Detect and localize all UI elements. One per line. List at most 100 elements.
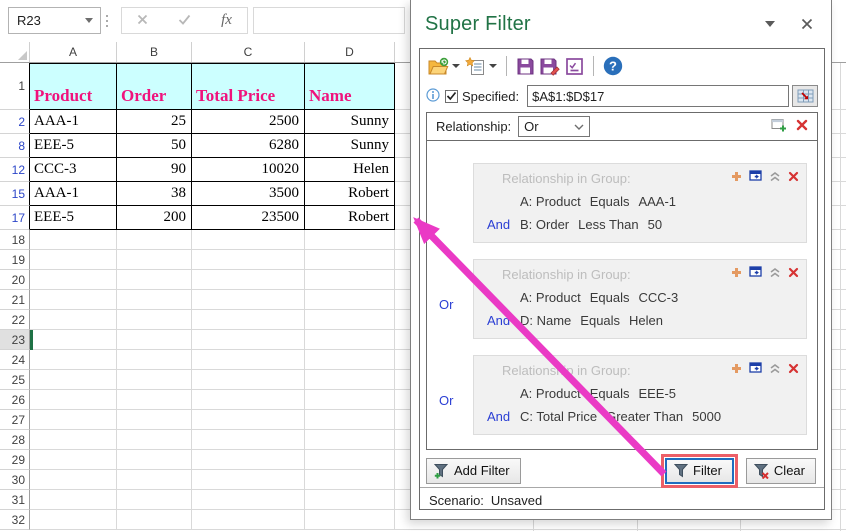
add-condition-icon[interactable] xyxy=(731,266,742,281)
dropdown-caret-icon[interactable] xyxy=(452,64,460,68)
cell[interactable] xyxy=(30,230,117,250)
cell[interactable] xyxy=(305,230,395,250)
cell[interactable]: 25 xyxy=(117,110,192,134)
cell[interactable] xyxy=(305,490,395,510)
cell[interactable] xyxy=(305,290,395,310)
cell-a1[interactable]: Product xyxy=(30,63,117,110)
cell[interactable] xyxy=(305,430,395,450)
cell[interactable]: 10020 xyxy=(192,158,305,182)
move-group-icon[interactable] xyxy=(749,170,762,185)
range-select-icon[interactable] xyxy=(792,85,818,107)
cell-c1[interactable]: Total Price xyxy=(192,63,305,110)
row-header[interactable]: 2 xyxy=(0,110,30,134)
cell[interactable] xyxy=(192,290,305,310)
row-header[interactable]: 19 xyxy=(0,250,30,270)
cell[interactable]: 2500 xyxy=(192,110,305,134)
cell[interactable]: AAA-1 xyxy=(30,110,117,134)
cell[interactable]: Sunny xyxy=(305,134,395,158)
filter-condition[interactable]: And D: Name Equals Helen xyxy=(487,313,663,328)
cell[interactable] xyxy=(117,510,192,530)
row-header[interactable]: 17 xyxy=(0,206,30,230)
filter-condition[interactable]: A: Product Equals CCC-3 xyxy=(487,290,678,305)
row-header[interactable]: 29 xyxy=(0,450,30,470)
cell[interactable] xyxy=(305,470,395,490)
panel-menu-caret-icon[interactable] xyxy=(765,21,775,27)
cell[interactable] xyxy=(30,430,117,450)
collapse-group-icon[interactable] xyxy=(769,170,781,185)
group-connector[interactable]: Or xyxy=(439,287,473,312)
clear-button[interactable]: Clear xyxy=(745,457,816,484)
cell[interactable] xyxy=(192,310,305,330)
cell[interactable] xyxy=(305,410,395,430)
specified-checkbox[interactable] xyxy=(445,89,458,103)
row-header[interactable]: 24 xyxy=(0,350,30,370)
cell[interactable] xyxy=(305,370,395,390)
cell[interactable] xyxy=(192,390,305,410)
filter-condition[interactable]: And B: Order Less Than 50 xyxy=(487,217,662,232)
save-as-scenario-icon[interactable] xyxy=(540,57,560,76)
cell[interactable] xyxy=(305,330,395,350)
move-group-icon[interactable] xyxy=(749,266,762,281)
delete-group-icon[interactable] xyxy=(788,266,799,281)
close-icon[interactable] xyxy=(801,18,813,30)
cell[interactable] xyxy=(305,270,395,290)
cell[interactable] xyxy=(30,450,117,470)
row-header[interactable]: 26 xyxy=(0,390,30,410)
add-condition-icon[interactable] xyxy=(731,170,742,185)
row-header[interactable]: 20 xyxy=(0,270,30,290)
cell[interactable] xyxy=(192,470,305,490)
cell[interactable] xyxy=(117,350,192,370)
formula-input[interactable] xyxy=(253,7,405,34)
cell[interactable] xyxy=(30,390,117,410)
delete-group-icon[interactable] xyxy=(788,170,799,185)
relationship-select[interactable]: Or xyxy=(518,116,591,137)
cell[interactable] xyxy=(192,230,305,250)
row-header-selected[interactable]: 23 xyxy=(0,330,30,350)
add-group-icon[interactable] xyxy=(771,118,787,135)
cell[interactable]: 90 xyxy=(117,158,192,182)
cell[interactable] xyxy=(30,330,117,350)
cell[interactable] xyxy=(192,270,305,290)
cell[interactable]: AAA-1 xyxy=(30,182,117,206)
row-header[interactable]: 1 xyxy=(0,63,30,110)
cell[interactable]: EEE-5 xyxy=(30,134,117,158)
cell[interactable]: 3500 xyxy=(192,182,305,206)
help-icon[interactable]: ? xyxy=(603,56,623,76)
cell-d1[interactable]: Name xyxy=(305,63,395,110)
cell[interactable] xyxy=(305,350,395,370)
column-header-a[interactable]: A xyxy=(30,42,117,62)
collapse-group-icon[interactable] xyxy=(769,362,781,377)
cell[interactable] xyxy=(305,390,395,410)
cell[interactable] xyxy=(30,250,117,270)
row-header[interactable]: 27 xyxy=(0,410,30,430)
cell[interactable]: Sunny xyxy=(305,110,395,134)
name-box[interactable]: R23 xyxy=(8,7,101,34)
column-header-b[interactable]: B xyxy=(117,42,192,62)
row-header[interactable]: 32 xyxy=(0,510,30,530)
cell[interactable] xyxy=(305,510,395,530)
select-all-corner[interactable] xyxy=(0,42,30,62)
insert-function-icon[interactable]: fx xyxy=(221,12,232,29)
group-connector[interactable]: Or xyxy=(439,383,473,408)
group-connector[interactable] xyxy=(439,198,473,208)
filter-condition[interactable]: A: Product Equals EEE-5 xyxy=(487,386,676,401)
add-filter-button[interactable]: Add Filter xyxy=(426,457,521,484)
cell[interactable]: Robert xyxy=(305,182,395,206)
column-header-d[interactable]: D xyxy=(305,42,395,62)
cell[interactable]: EEE-5 xyxy=(30,206,117,230)
row-header[interactable]: 25 xyxy=(0,370,30,390)
row-header[interactable]: 8 xyxy=(0,134,30,158)
cell[interactable] xyxy=(30,410,117,430)
cell[interactable] xyxy=(192,350,305,370)
filter-condition[interactable]: And C: Total Price Greater Than 5000 xyxy=(487,409,721,424)
add-condition-icon[interactable] xyxy=(731,362,742,377)
row-header[interactable]: 22 xyxy=(0,310,30,330)
manage-scenario-icon[interactable] xyxy=(565,57,584,76)
cell[interactable] xyxy=(117,290,192,310)
cell[interactable]: 38 xyxy=(117,182,192,206)
row-header[interactable]: 31 xyxy=(0,490,30,510)
cell[interactable] xyxy=(117,250,192,270)
cell[interactable] xyxy=(192,430,305,450)
cell[interactable] xyxy=(117,470,192,490)
filter-button[interactable]: Filter xyxy=(665,457,734,484)
